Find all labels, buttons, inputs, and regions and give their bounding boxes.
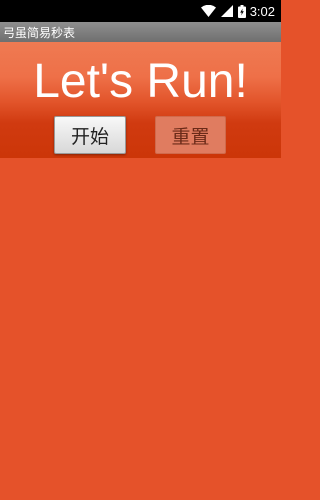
headline: Let's Run!: [33, 55, 248, 108]
header-banner: Let's Run! 开始 重置: [0, 42, 281, 158]
status-time: 3:02: [249, 3, 275, 19]
signal-icon: [220, 5, 233, 17]
app-title-bar: 弓虽简易秒表: [0, 22, 281, 42]
wifi-icon: [200, 5, 216, 17]
app-title: 弓虽简易秒表: [3, 25, 76, 40]
status-bar: 3:02: [0, 0, 281, 22]
reset-button[interactable]: 重置: [155, 116, 226, 154]
battery-icon: [237, 4, 246, 18]
status-icons: [200, 4, 246, 18]
start-button[interactable]: 开始: [54, 116, 126, 154]
main-area: [0, 158, 281, 500]
